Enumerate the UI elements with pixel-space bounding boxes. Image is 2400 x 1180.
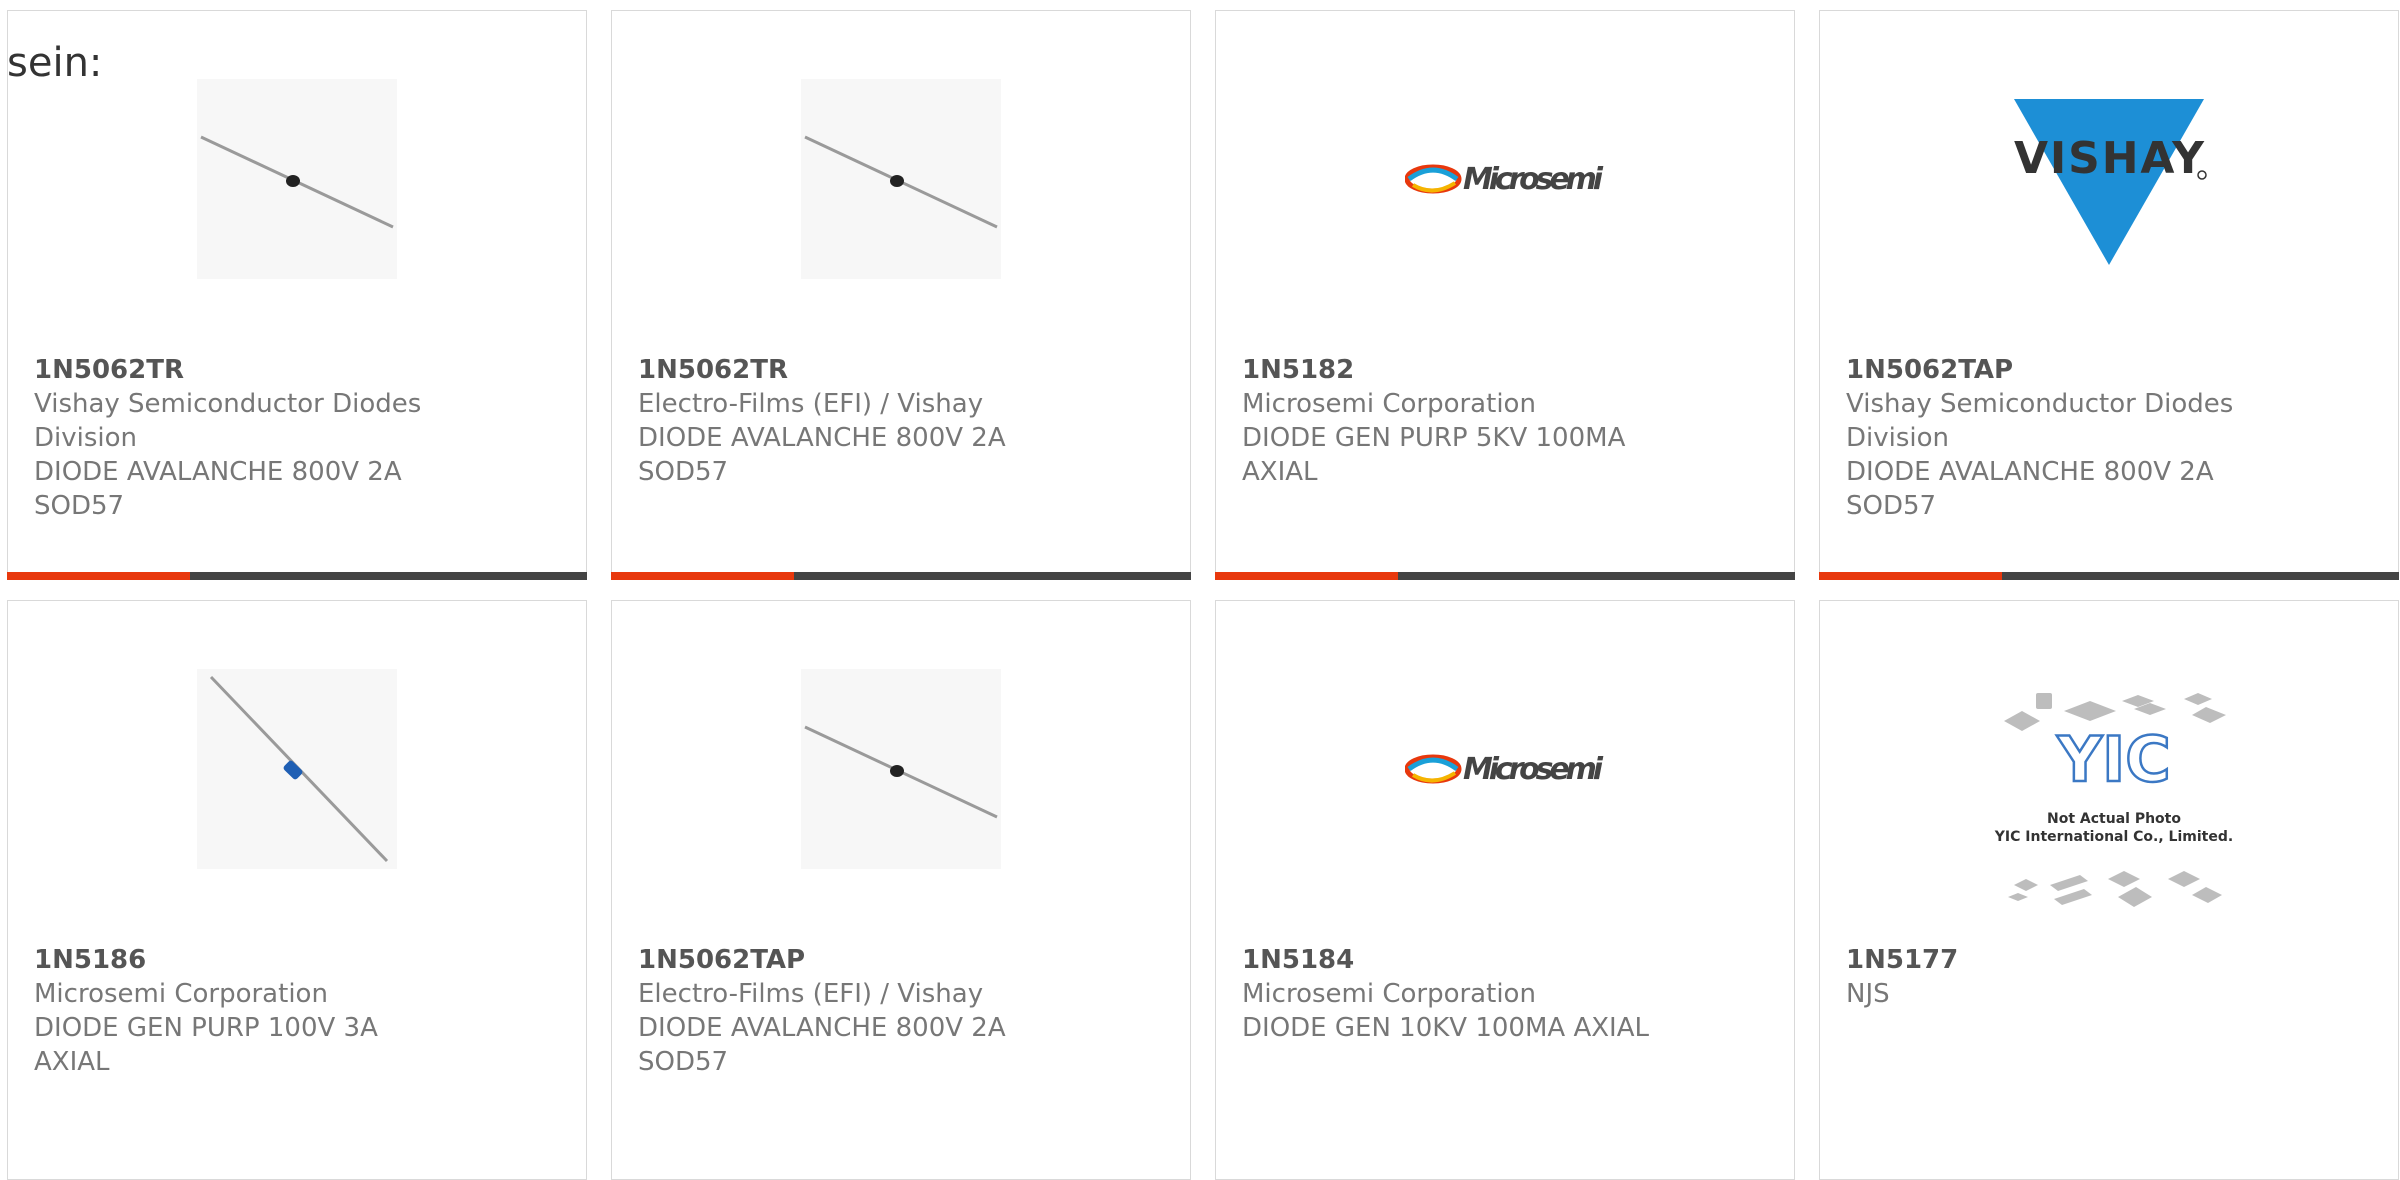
product-image[interactable] bbox=[197, 79, 397, 279]
manufacturer: Vishay Semiconductor Diodes Division bbox=[1846, 389, 2234, 453]
part-number[interactable]: 1N5182 bbox=[1242, 353, 1662, 387]
product-image[interactable] bbox=[801, 669, 1001, 869]
axial-diode-icon bbox=[197, 79, 397, 279]
part-number[interactable]: 1N5184 bbox=[1242, 943, 1662, 977]
description: DIODE AVALANCHE 800V 2A SOD57 bbox=[1846, 457, 2214, 521]
manufacturer: NJS bbox=[1846, 979, 1890, 1009]
product-image[interactable] bbox=[197, 669, 397, 869]
section-heading: sein: bbox=[7, 40, 103, 86]
card-footer-bar bbox=[1215, 572, 1795, 580]
manufacturer: Electro-Films (EFI) / Vishay bbox=[638, 389, 984, 419]
product-card[interactable]: 1N5062TR Vishay Semiconductor Diodes Div… bbox=[7, 10, 587, 580]
svg-text:Microsemi: Microsemi bbox=[1463, 752, 1604, 787]
manufacturer: Microsemi Corporation bbox=[1242, 979, 1536, 1009]
svg-text:YIC International Co., Limited: YIC International Co., Limited. bbox=[1994, 829, 2233, 845]
manufacturer: Microsemi Corporation bbox=[1242, 389, 1536, 419]
description: DIODE AVALANCHE 800V 2A SOD57 bbox=[638, 423, 1006, 487]
product-card[interactable]: 1N5062TAP Electro-Films (EFI) / Vishay D… bbox=[611, 600, 1191, 1180]
description: DIODE GEN PURP 5KV 100MA AXIAL bbox=[1242, 423, 1626, 487]
product-image[interactable]: Microsemi bbox=[1405, 669, 1605, 869]
product-image[interactable]: YIC Not Actual Photo YIC International C… bbox=[1984, 689, 2244, 929]
vishay-logo-icon: VISHAY bbox=[2014, 99, 2207, 265]
svg-text:Microsemi: Microsemi bbox=[1463, 162, 1604, 197]
part-number[interactable]: 1N5062TAP bbox=[1846, 353, 2266, 387]
part-number[interactable]: 1N5186 bbox=[34, 943, 454, 977]
microsemi-logo-icon: Microsemi bbox=[1405, 162, 1604, 197]
manufacturer: Vishay Semiconductor Diodes Division bbox=[34, 389, 422, 453]
yic-placeholder-icon: YIC Not Actual Photo YIC International C… bbox=[1994, 693, 2233, 907]
product-card[interactable]: Microsemi 1N5184 Microsemi Corporation D… bbox=[1215, 600, 1795, 1180]
product-image[interactable]: Microsemi bbox=[1405, 79, 1605, 279]
axial-diode-icon bbox=[197, 669, 397, 869]
description: DIODE GEN 10KV 100MA AXIAL bbox=[1242, 1013, 1649, 1043]
card-footer-bar bbox=[1819, 572, 2399, 580]
card-footer-bar bbox=[7, 572, 587, 580]
manufacturer: Microsemi Corporation bbox=[34, 979, 328, 1009]
axial-diode-icon bbox=[801, 79, 1001, 279]
product-card[interactable]: 1N5062TR Electro-Films (EFI) / Vishay DI… bbox=[611, 10, 1191, 580]
product-image[interactable] bbox=[801, 79, 1001, 279]
svg-text:VISHAY: VISHAY bbox=[2014, 133, 2205, 184]
product-image[interactable]: VISHAY bbox=[2009, 79, 2209, 279]
product-card[interactable]: YIC Not Actual Photo YIC International C… bbox=[1819, 600, 2399, 1180]
description: DIODE AVALANCHE 800V 2A SOD57 bbox=[34, 457, 402, 521]
product-card[interactable]: Microsemi 1N5182 Microsemi Corporation D… bbox=[1215, 10, 1795, 580]
description: DIODE AVALANCHE 800V 2A SOD57 bbox=[638, 1013, 1006, 1077]
part-number[interactable]: 1N5062TR bbox=[34, 353, 454, 387]
axial-diode-icon bbox=[801, 669, 1001, 869]
description: DIODE GEN PURP 100V 3A AXIAL bbox=[34, 1013, 378, 1077]
manufacturer: Electro-Films (EFI) / Vishay bbox=[638, 979, 984, 1009]
svg-text:YIC: YIC bbox=[2056, 723, 2170, 796]
card-footer-bar bbox=[611, 572, 1191, 580]
part-number[interactable]: 1N5062TAP bbox=[638, 943, 1058, 977]
part-number[interactable]: 1N5177 bbox=[1846, 943, 2266, 977]
product-card[interactable]: 1N5186 Microsemi Corporation DIODE GEN P… bbox=[7, 600, 587, 1180]
part-number[interactable]: 1N5062TR bbox=[638, 353, 1058, 387]
microsemi-logo-icon: Microsemi bbox=[1405, 752, 1604, 787]
svg-text:Not Actual Photo: Not Actual Photo bbox=[2047, 811, 2181, 827]
product-card[interactable]: VISHAY 1N5062TAP Vishay Semiconductor Di… bbox=[1819, 10, 2399, 580]
